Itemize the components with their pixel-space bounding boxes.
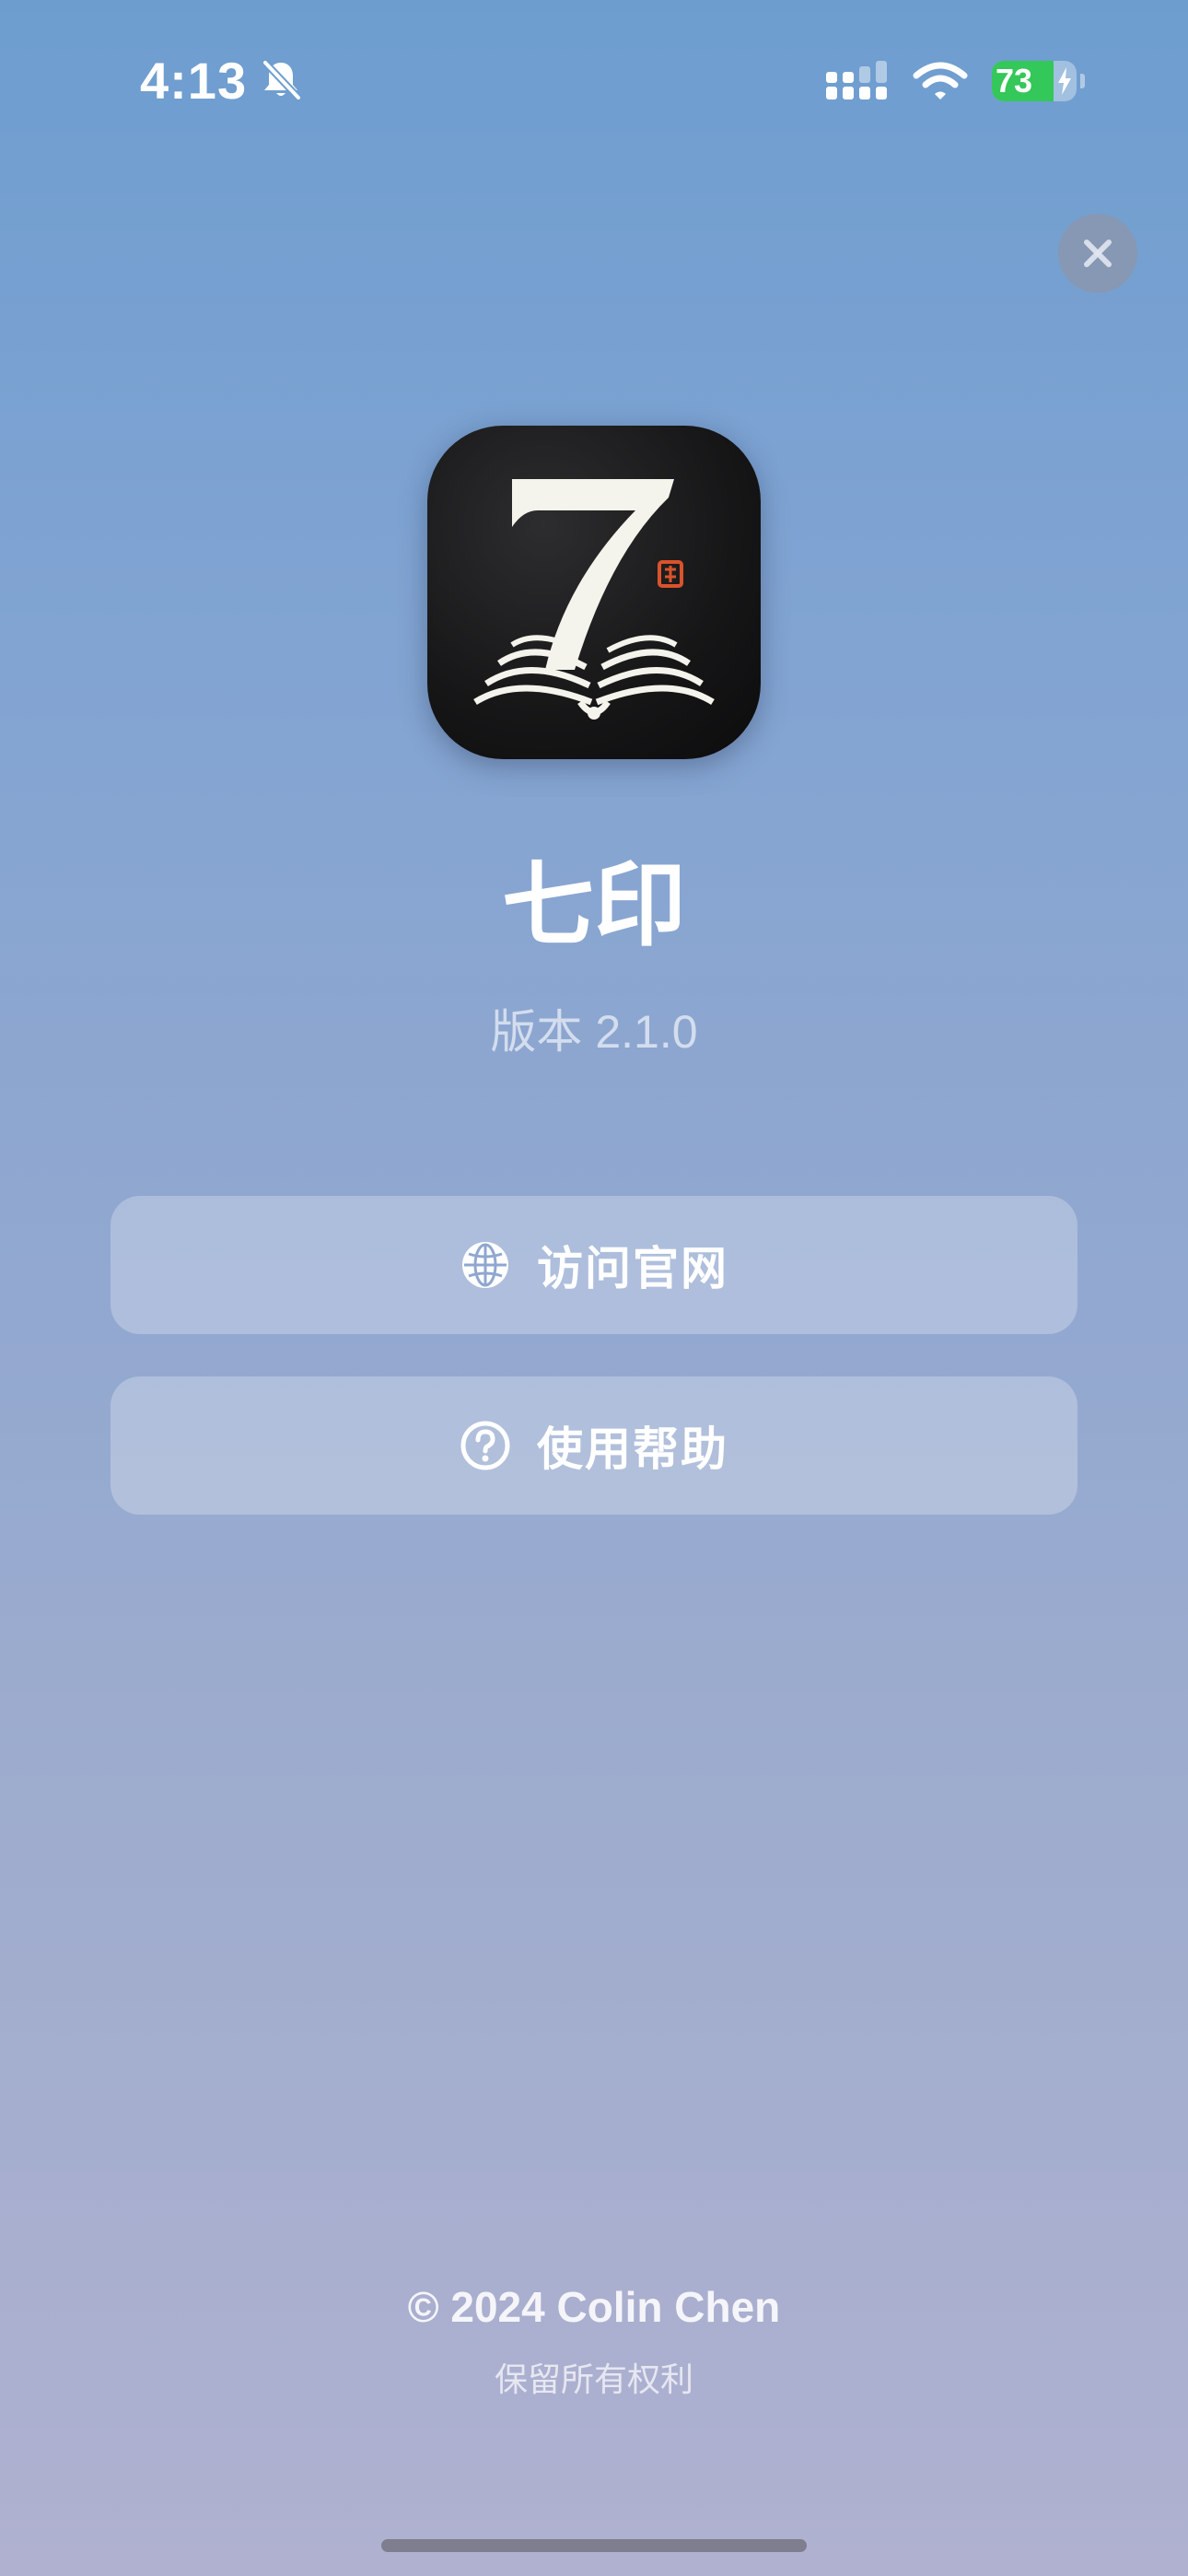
visit-website-button[interactable]: 访问官网 (111, 1196, 1077, 1334)
charging-bolt-icon (1058, 67, 1071, 95)
battery-cap (1080, 74, 1085, 88)
status-bar: 4:13 73 (0, 0, 1188, 157)
question-circle-icon (460, 1421, 510, 1470)
globe-icon (462, 1242, 508, 1288)
help-button[interactable]: 使用帮助 (111, 1376, 1077, 1515)
battery-level: 73 (996, 62, 1033, 100)
bell-slash-icon (258, 57, 304, 103)
app-logo-icon (427, 426, 761, 759)
help-label: 使用帮助 (537, 1423, 728, 1475)
close-icon (1084, 240, 1112, 267)
rights-reserved-text: 保留所有权利 (494, 2360, 693, 2398)
status-time-group: 4:13 (140, 48, 304, 112)
battery-charging-icon: 73 (992, 61, 1077, 101)
wifi-icon (913, 61, 968, 101)
cellular-signal-icon (826, 61, 889, 101)
status-indicators: 73 (826, 53, 1085, 109)
close-button[interactable] (1058, 214, 1137, 293)
app-version: 版本 2.1.0 (490, 1006, 698, 1058)
copyright-text: © 2024 Colin Chen (407, 2283, 781, 2331)
visit-website-label: 访问官网 (537, 1243, 728, 1294)
home-indicator[interactable] (381, 2539, 807, 2552)
status-time: 4:13 (140, 51, 248, 110)
app-name: 七印 (502, 854, 686, 957)
